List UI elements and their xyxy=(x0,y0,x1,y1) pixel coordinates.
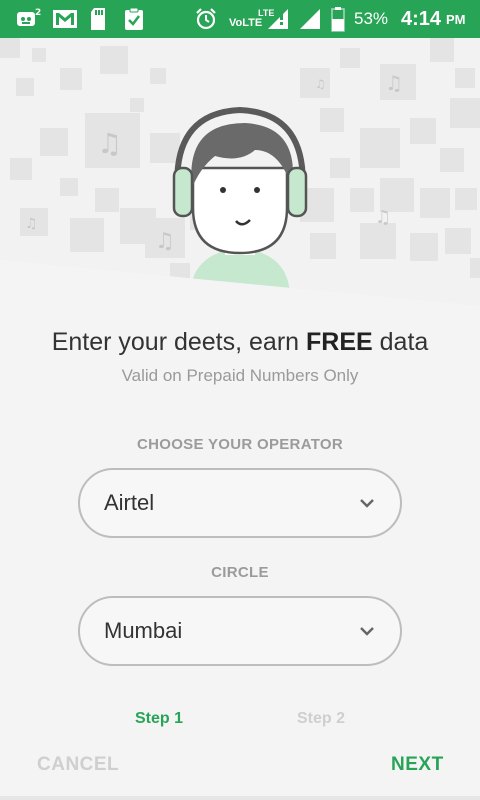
step-2-indicator: Step 2 xyxy=(297,710,346,727)
hero-banner: ♫ ♫ ♫ ♫ ♫ ♫ xyxy=(0,38,480,308)
svg-text:2: 2 xyxy=(35,8,41,18)
cancel-button[interactable]: CANCEL xyxy=(37,754,119,776)
svg-text:♫: ♫ xyxy=(385,71,403,95)
chevron-down-icon xyxy=(358,494,376,512)
circle-value: Mumbai xyxy=(104,618,183,643)
operator-label: CHOOSE YOUR OPERATOR xyxy=(136,436,344,453)
svg-text:♫: ♫ xyxy=(25,216,38,232)
clipboard-check-icon xyxy=(120,6,148,32)
sd-card-icon xyxy=(88,6,108,32)
svg-text:♫: ♫ xyxy=(155,229,175,254)
circle-label: CIRCLE xyxy=(211,564,269,581)
gmail-icon xyxy=(50,6,80,32)
step-1-indicator: Step 1 xyxy=(135,710,184,727)
clock-time: 4:14 xyxy=(401,8,442,30)
svg-text:♫: ♫ xyxy=(375,207,391,228)
signal-icon xyxy=(266,6,292,32)
headline-suffix: data xyxy=(372,328,429,356)
headline-bold: FREE xyxy=(306,328,373,356)
alarm-icon xyxy=(194,6,218,32)
headline-prefix: Enter your deets, earn xyxy=(51,328,306,356)
operator-select[interactable]: Airtel xyxy=(78,468,402,538)
battery-icon xyxy=(330,6,346,32)
app-notification-icon: 2 xyxy=(14,6,44,32)
battery-percent: 53% xyxy=(354,9,389,28)
page-headline: Enter your deets, earn FREE data xyxy=(0,328,480,357)
chevron-down-icon xyxy=(358,622,376,640)
circle-select[interactable]: Mumbai xyxy=(78,596,402,666)
clock-ampm: PM xyxy=(446,12,466,27)
signal-icon xyxy=(297,6,323,32)
svg-text:♫: ♫ xyxy=(315,77,326,91)
bottom-divider xyxy=(0,796,480,800)
svg-text:♫: ♫ xyxy=(97,127,122,160)
operator-value: Airtel xyxy=(104,490,155,515)
next-button[interactable]: NEXT xyxy=(391,754,444,776)
page-subline: Valid on Prepaid Numbers Only xyxy=(121,366,359,385)
status-bar: 2 VoLTE LTE 53% 4:14 PM xyxy=(0,0,480,38)
